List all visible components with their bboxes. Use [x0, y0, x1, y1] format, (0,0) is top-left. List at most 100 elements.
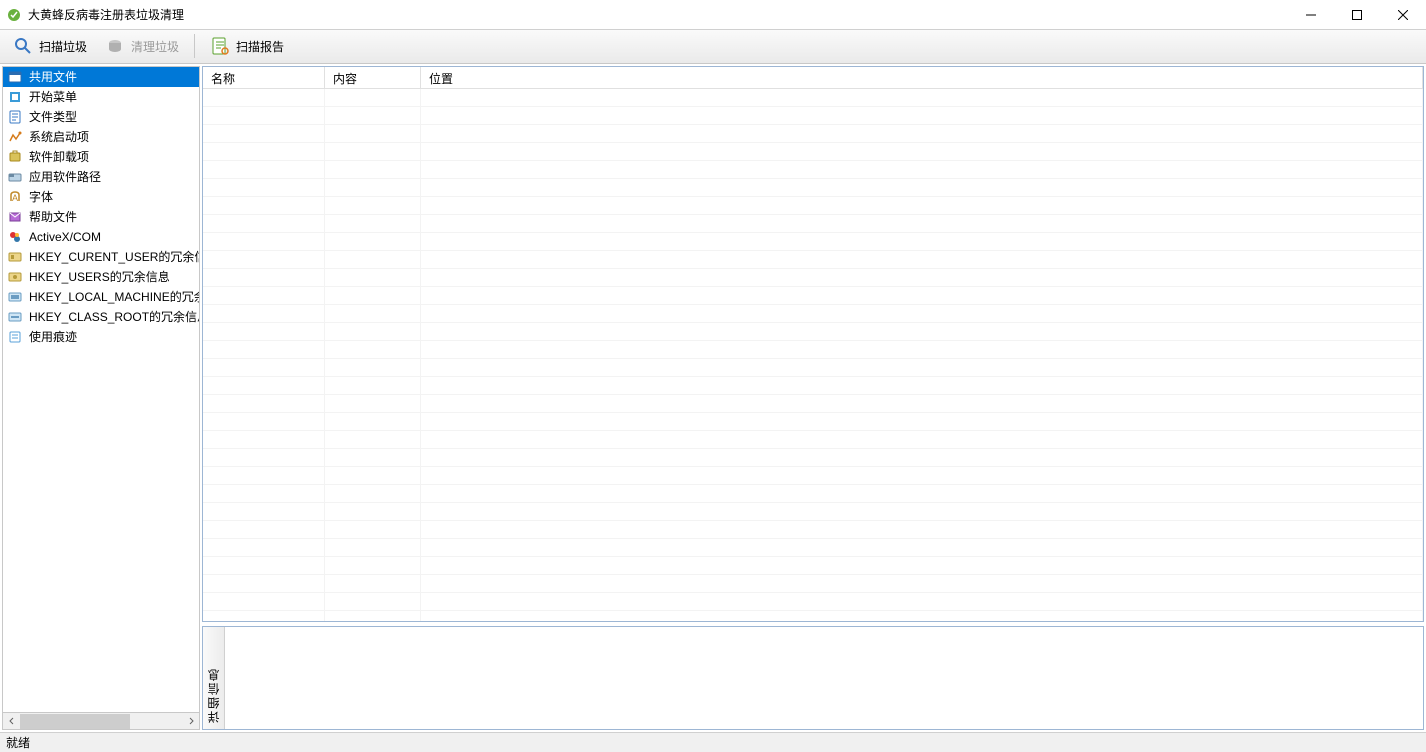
- table-row[interactable]: [203, 251, 1423, 269]
- table-row[interactable]: [203, 89, 1423, 107]
- results-table[interactable]: 名称 内容 位置: [202, 66, 1424, 622]
- table-row[interactable]: [203, 197, 1423, 215]
- table-body: [203, 89, 1423, 621]
- table-row[interactable]: [203, 233, 1423, 251]
- table-row[interactable]: [203, 539, 1423, 557]
- sidebar-item-7[interactable]: 帮助文件: [3, 207, 199, 227]
- sidebar-item-icon: [7, 289, 23, 305]
- sidebar-item-icon: [7, 129, 23, 145]
- report-button-label: 扫描报告: [236, 38, 284, 55]
- sidebar-item-icon: [7, 229, 23, 245]
- sidebar-item-icon: [7, 69, 23, 85]
- sidebar-item-label: HKEY_CLASS_ROOT的冗余信息: [29, 308, 199, 325]
- table-row[interactable]: [203, 161, 1423, 179]
- table-row[interactable]: [203, 305, 1423, 323]
- clean-icon: [105, 36, 125, 56]
- sidebar-item-icon: [7, 249, 23, 265]
- table-row[interactable]: [203, 341, 1423, 359]
- main-content: 共用文件开始菜单文件类型系统启动项软件卸载项应用软件路径 A 字体帮助文件 Activ…: [0, 64, 1426, 733]
- sidebar-item-label: 应用软件路径: [29, 168, 101, 185]
- table-row[interactable]: [203, 467, 1423, 485]
- scan-icon: [13, 36, 33, 56]
- app-icon: [6, 7, 22, 23]
- table-row[interactable]: [203, 107, 1423, 125]
- table-row[interactable]: [203, 449, 1423, 467]
- table-row[interactable]: [203, 611, 1423, 621]
- sidebar-scrollbar[interactable]: [2, 713, 200, 730]
- sidebar-item-13[interactable]: 使用痕迹: [3, 327, 199, 347]
- sidebar-item-label: HKEY_USERS的冗余信息: [29, 268, 170, 285]
- sidebar-item-icon: [7, 209, 23, 225]
- sidebar-item-icon: A: [7, 189, 23, 205]
- sidebar-item-label: 使用痕迹: [29, 328, 77, 345]
- col-location[interactable]: 位置: [421, 67, 1423, 88]
- table-row[interactable]: [203, 215, 1423, 233]
- scroll-left-button[interactable]: [3, 714, 20, 729]
- sidebar-item-0[interactable]: 共用文件: [3, 67, 199, 87]
- table-row[interactable]: [203, 269, 1423, 287]
- toolbar-separator: [194, 34, 195, 58]
- minimize-button[interactable]: [1288, 0, 1334, 30]
- maximize-button[interactable]: [1334, 0, 1380, 30]
- table-row[interactable]: [203, 557, 1423, 575]
- clean-button[interactable]: 清理垃圾: [96, 32, 188, 60]
- table-row[interactable]: [203, 521, 1423, 539]
- table-row[interactable]: [203, 287, 1423, 305]
- toolbar: 扫描垃圾 清理垃圾 扫描报告: [0, 30, 1426, 64]
- table-row[interactable]: [203, 431, 1423, 449]
- detail-tab-label: 详细信息: [205, 667, 222, 723]
- table-row[interactable]: [203, 143, 1423, 161]
- sidebar-item-label: 软件卸载项: [29, 148, 89, 165]
- scroll-right-button[interactable]: [182, 714, 199, 729]
- table-row[interactable]: [203, 125, 1423, 143]
- table-row[interactable]: [203, 575, 1423, 593]
- sidebar-item-8[interactable]: ActiveX/COM: [3, 227, 199, 247]
- sidebar-item-icon: [7, 109, 23, 125]
- sidebar-item-label: 开始菜单: [29, 88, 77, 105]
- scroll-thumb[interactable]: [20, 714, 130, 729]
- sidebar-item-icon: [7, 309, 23, 325]
- sidebar-item-label: 帮助文件: [29, 208, 77, 225]
- sidebar-item-1[interactable]: 开始菜单: [3, 87, 199, 107]
- table-row[interactable]: [203, 593, 1423, 611]
- scroll-track[interactable]: [20, 714, 182, 729]
- table-row[interactable]: [203, 359, 1423, 377]
- statusbar: 就绪: [0, 732, 1426, 752]
- clean-button-label: 清理垃圾: [131, 38, 179, 55]
- titlebar: 大黄蜂反病毒注册表垃圾清理: [0, 0, 1426, 30]
- col-content[interactable]: 内容: [325, 67, 421, 88]
- sidebar-item-2[interactable]: 文件类型: [3, 107, 199, 127]
- col-name[interactable]: 名称: [203, 67, 325, 88]
- report-icon: [210, 36, 230, 56]
- table-row[interactable]: [203, 413, 1423, 431]
- sidebar-item-9[interactable]: HKEY_CURENT_USER的冗余信息: [3, 247, 199, 267]
- report-button[interactable]: 扫描报告: [201, 32, 293, 60]
- sidebar: 共用文件开始菜单文件类型系统启动项软件卸载项应用软件路径 A 字体帮助文件 Activ…: [0, 64, 202, 733]
- detail-pane: 详细信息: [202, 626, 1424, 731]
- sidebar-item-icon: [7, 169, 23, 185]
- sidebar-item-11[interactable]: HKEY_LOCAL_MACHINE的冗余信息: [3, 287, 199, 307]
- sidebar-item-label: 字体: [29, 188, 53, 205]
- table-row[interactable]: [203, 179, 1423, 197]
- sidebar-item-label: ActiveX/COM: [29, 230, 101, 244]
- sidebar-item-10[interactable]: HKEY_USERS的冗余信息: [3, 267, 199, 287]
- sidebar-item-label: 文件类型: [29, 108, 77, 125]
- sidebar-item-4[interactable]: 软件卸载项: [3, 147, 199, 167]
- close-button[interactable]: [1380, 0, 1426, 30]
- sidebar-item-label: 共用文件: [29, 68, 77, 85]
- status-text: 就绪: [6, 734, 30, 751]
- table-row[interactable]: [203, 395, 1423, 413]
- sidebar-item-5[interactable]: 应用软件路径: [3, 167, 199, 187]
- detail-tab[interactable]: 详细信息: [203, 627, 225, 730]
- table-row[interactable]: [203, 485, 1423, 503]
- scan-button-label: 扫描垃圾: [39, 38, 87, 55]
- sidebar-item-12[interactable]: HKEY_CLASS_ROOT的冗余信息: [3, 307, 199, 327]
- sidebar-item-3[interactable]: 系统启动项: [3, 127, 199, 147]
- table-row[interactable]: [203, 377, 1423, 395]
- sidebar-list[interactable]: 共用文件开始菜单文件类型系统启动项软件卸载项应用软件路径 A 字体帮助文件 Activ…: [2, 66, 200, 714]
- table-row[interactable]: [203, 503, 1423, 521]
- sidebar-item-6[interactable]: A 字体: [3, 187, 199, 207]
- table-row[interactable]: [203, 323, 1423, 341]
- scan-button[interactable]: 扫描垃圾: [4, 32, 96, 60]
- table-header: 名称 内容 位置: [203, 67, 1423, 89]
